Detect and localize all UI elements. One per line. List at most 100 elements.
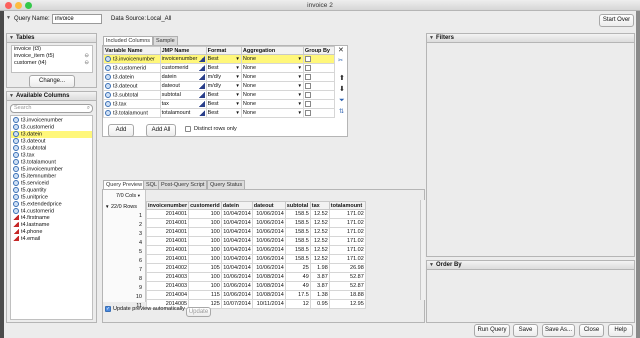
join-icon[interactable]: ⊖ [84, 53, 89, 60]
row-number[interactable]: 7 [103, 266, 145, 275]
disclosure-icon[interactable]: ▼ [6, 15, 12, 21]
aggregation-select[interactable]: None ▼ [240, 90, 304, 100]
add-button[interactable]: Add [108, 124, 134, 137]
table-cell[interactable]: 10/06/2014 [251, 227, 286, 237]
table-cell[interactable]: 2014001 [145, 209, 190, 219]
jmp-name-cell[interactable]: totalamount [159, 108, 207, 118]
table-cell[interactable]: 100 [188, 281, 222, 291]
search-input[interactable]: Search ⌕ [10, 104, 93, 113]
remove-column-icon[interactable]: ✕ [338, 46, 344, 54]
group-by-cell[interactable] [302, 72, 336, 82]
move-down-icon[interactable]: ⬇ [339, 85, 345, 93]
table-item[interactable]: invoice_item (t5) ⊖ [12, 53, 92, 60]
group-by-cell[interactable] [302, 90, 336, 100]
table-cell[interactable]: 10/06/2014 [251, 209, 286, 219]
tables-header[interactable]: ▼ Tables [7, 34, 96, 43]
table-cell[interactable]: 49 [284, 281, 311, 291]
move-up-icon[interactable]: ⬆ [339, 74, 345, 82]
table-row[interactable]: 2014001 100 10/04/2014 10/06/2014 158.5 12.52… [145, 236, 366, 246]
group-by-checkbox[interactable] [304, 109, 311, 116]
table-cell[interactable]: 171.02 [328, 236, 366, 246]
column-header[interactable]: Format [205, 46, 242, 55]
format-select[interactable]: Best ▼ [205, 54, 242, 64]
table-cell[interactable]: 0.95 [309, 299, 330, 309]
group-by-checkbox[interactable] [304, 100, 311, 107]
included-column-row[interactable]: t3.subtotal subtotal Best ▼ None ▼ [103, 90, 336, 100]
format-select[interactable]: Best ▼ [205, 90, 242, 100]
tab-query-preview[interactable]: Query Preview [103, 180, 146, 189]
available-column-item[interactable]: t3.dateout [11, 138, 92, 145]
table-cell[interactable]: 171.02 [328, 245, 366, 255]
included-column-row[interactable]: t3.datein datein m/d/y ▼ None ▼ [103, 72, 336, 82]
table-cell[interactable]: 10/04/2014 [220, 218, 253, 228]
modeling-type-icon[interactable] [198, 65, 205, 71]
column-header[interactable]: totalamount [328, 201, 366, 210]
start-over-button[interactable]: Start Over [599, 14, 634, 27]
group-by-cell[interactable] [302, 81, 336, 91]
table-cell[interactable]: 10/06/2014 [220, 281, 253, 291]
jmp-name-cell[interactable]: customerid [159, 63, 207, 73]
group-by-checkbox[interactable] [304, 64, 311, 71]
table-cell[interactable]: 10/04/2014 [220, 263, 253, 273]
update-button[interactable]: Update [186, 307, 211, 317]
table-cell[interactable]: 10/04/2014 [220, 209, 253, 219]
included-column-row[interactable]: t3.invoicenumber invoicenumber Best ▼ None ▼ [103, 54, 336, 64]
available-column-item[interactable]: t4.firstname [11, 215, 92, 222]
table-cell[interactable]: 10/08/2014 [251, 281, 286, 291]
column-header[interactable]: tax [309, 201, 330, 210]
help-button[interactable]: Help [608, 324, 633, 337]
table-cell[interactable]: 100 [188, 236, 222, 246]
aggregation-select[interactable]: None ▼ [240, 54, 304, 64]
available-column-item[interactable]: t5.unitprice [11, 194, 92, 201]
table-cell[interactable]: 158.5 [284, 236, 311, 246]
modeling-type-icon[interactable] [198, 56, 205, 62]
save-button[interactable]: Save [513, 324, 538, 337]
table-cell[interactable]: 171.02 [328, 209, 366, 219]
available-column-item[interactable]: t4.customerid [11, 208, 92, 215]
table-cell[interactable]: 49 [284, 272, 311, 282]
included-column-row[interactable]: t3.customerid customerid Best ▼ None ▼ [103, 63, 336, 73]
variable-name-cell[interactable]: t3.customerid [103, 63, 161, 73]
close-button[interactable]: Close [579, 324, 604, 337]
table-row[interactable]: 2014003 100 10/06/2014 10/08/2014 49 3.87 52.8… [145, 281, 366, 291]
table-cell[interactable]: 158.5 [284, 245, 311, 255]
table-cell[interactable]: 2014003 [145, 281, 190, 291]
table-cell[interactable]: 158.5 [284, 218, 311, 228]
table-cell[interactable]: 25 [284, 263, 311, 273]
modeling-type-icon[interactable] [198, 101, 205, 107]
table-cell[interactable]: 10/04/2014 [220, 254, 253, 264]
available-column-item[interactable]: t3.invoicenumber [11, 117, 92, 124]
group-by-checkbox[interactable] [304, 91, 311, 98]
available-column-item[interactable]: t4.phone [11, 229, 92, 236]
table-cell[interactable]: 52.87 [328, 281, 366, 291]
available-column-item[interactable]: t5.itemnumber [11, 173, 92, 180]
modeling-type-icon[interactable] [198, 83, 205, 89]
available-column-item[interactable]: t3.tax [11, 152, 92, 159]
group-by-cell[interactable] [302, 63, 336, 73]
table-cell[interactable]: 1.38 [309, 290, 330, 300]
table-cell[interactable]: 2014001 [145, 245, 190, 255]
table-cell[interactable]: 10/06/2014 [251, 236, 286, 246]
group-by-checkbox[interactable] [304, 55, 311, 62]
variable-name-cell[interactable]: t3.datein [103, 72, 161, 82]
available-column-item[interactable]: t5.serviceid [11, 180, 92, 187]
column-header[interactable]: dateout [251, 201, 286, 210]
table-cell[interactable]: 10/06/2014 [220, 290, 253, 300]
table-cell[interactable]: 26.98 [328, 263, 366, 273]
cols-selector[interactable]: 7/0 Cols ▾ [116, 193, 140, 199]
filter-icon[interactable]: ⏷ [339, 97, 345, 105]
available-column-item[interactable]: t3.datein [11, 131, 92, 138]
available-column-item[interactable]: t3.subtotal [11, 145, 92, 152]
table-item[interactable]: invoice (t3) [12, 46, 92, 53]
table-cell[interactable]: 2014001 [145, 236, 190, 246]
table-cell[interactable]: 10/07/2014 [220, 299, 253, 309]
table-row[interactable]: 2014004 115 10/06/2014 10/08/2014 17.5 1.38 18… [145, 290, 366, 300]
table-row[interactable]: 2014001 100 10/04/2014 10/06/2014 158.5 12.52… [145, 227, 366, 237]
table-cell[interactable]: 12.52 [309, 254, 330, 264]
add-all-button[interactable]: Add All [146, 124, 176, 137]
group-by-checkbox[interactable] [304, 82, 311, 89]
format-select[interactable]: Best ▼ [205, 108, 242, 118]
row-number[interactable]: 5 [103, 248, 145, 257]
column-header[interactable]: JMP Name [159, 46, 207, 55]
group-by-cell[interactable] [302, 54, 336, 64]
